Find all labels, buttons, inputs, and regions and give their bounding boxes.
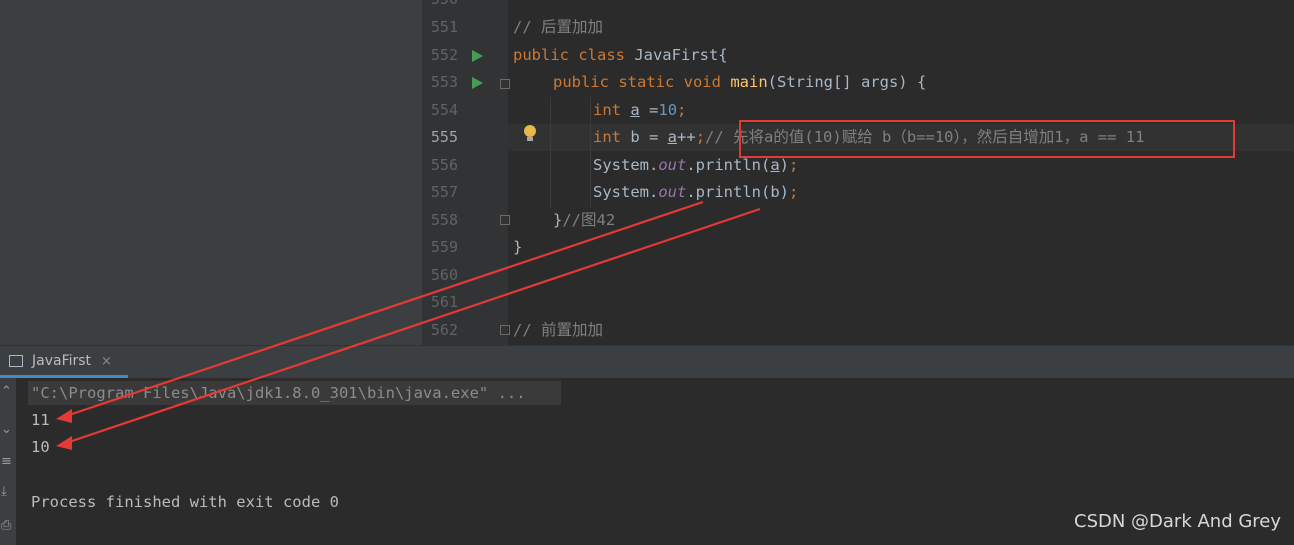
arrowhead [56,409,72,423]
annotation-arrows [56,200,761,450]
arrow-line [65,200,704,418]
arrow-line [65,207,761,445]
arrowhead [56,436,72,450]
